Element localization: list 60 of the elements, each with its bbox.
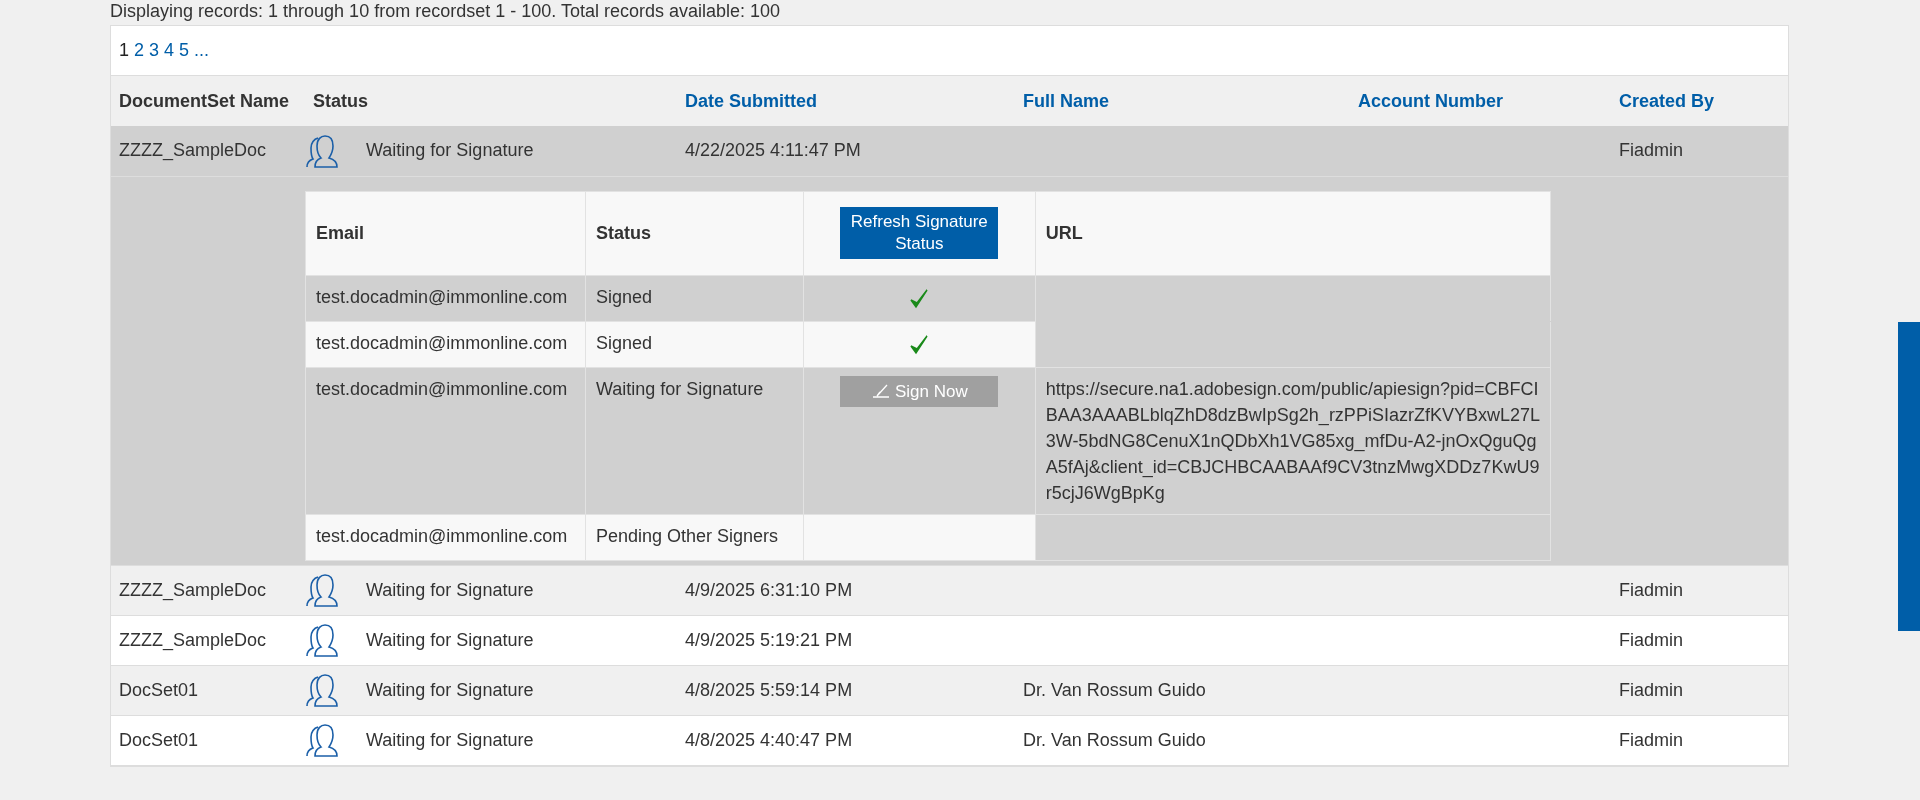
created-by: Fiadmin xyxy=(1619,679,1684,700)
page-link[interactable]: ... xyxy=(194,37,210,64)
created-by: Fiadmin xyxy=(1619,140,1684,161)
created-by: Fiadmin xyxy=(1619,729,1684,750)
people-icon xyxy=(305,572,339,609)
people-icon xyxy=(305,132,339,169)
page-link[interactable]: 4 xyxy=(164,37,175,64)
status-text: Waiting for Signature xyxy=(366,729,534,750)
created-by: Fiadmin xyxy=(1619,629,1684,650)
signer-status: Pending Other Signers xyxy=(595,525,779,546)
date-submitted: 4/22/2025 4:11:47 PM xyxy=(685,140,861,161)
check-icon xyxy=(909,287,930,310)
column-sort-link[interactable]: Date Submitted xyxy=(685,90,817,111)
date-submitted: 4/8/2025 4:40:47 PM xyxy=(685,729,853,750)
table-row[interactable]: ZZZZ_SampleDoc Waiting for Signature 4/22/2025 4:11:47 PM Fiadmin xyxy=(111,126,1788,176)
signer-status: Signed xyxy=(595,286,653,307)
records-summary: Displaying records: 1 through 10 from recordset 1 - 100. Total records available: 100 xyxy=(110,0,782,22)
signer-email: test.docadmin@immonline.com xyxy=(316,286,568,307)
people-icon xyxy=(305,672,339,709)
page-link[interactable]: 2 xyxy=(134,37,145,64)
date-submitted: 4/9/2025 6:31:10 PM xyxy=(685,579,853,600)
page-link[interactable]: 5 xyxy=(179,37,190,64)
column-header: DocumentSet Name xyxy=(119,90,290,111)
signer-status: Waiting for Signature xyxy=(595,378,764,399)
people-icon xyxy=(305,722,339,759)
column-header: Status xyxy=(595,222,651,243)
signer-status: Signed xyxy=(595,332,653,353)
document-set-name: DocSet01 xyxy=(119,679,199,700)
column-header: Status xyxy=(313,90,368,111)
full-name: Dr. Van Rossum Guido xyxy=(1023,679,1206,700)
document-set-name: ZZZZ_SampleDoc xyxy=(119,140,267,161)
side-tab[interactable] xyxy=(1898,322,1920,631)
column-header: Email xyxy=(316,222,365,243)
people-icon xyxy=(305,622,339,659)
status-text: Waiting for Signature xyxy=(366,679,534,700)
signing-url: https://secure.na1.adobesign.com/public/apiesign?pid=CBFCIBAA3AAABLblqZhD8dzBwIpSg2h_rzPPiSIazrZfKVYBxwL27L3W-5bdNG8CenuX1nQDbXh1VG85xg_mfDu-A2-jnOxQguQgA5fAj&client_id=CBJCHBCAABAAf9CV3tnzMwgXDDz7KwU9r5cjJ6WgBpKg xyxy=(1045,378,1540,503)
page-number: 1 xyxy=(119,39,129,62)
status-text: Waiting for Signature xyxy=(366,579,534,600)
status-text: Waiting for Signature xyxy=(366,140,534,161)
status-text: Waiting for Signature xyxy=(366,629,534,650)
column-sort-link[interactable]: Full Name xyxy=(1023,90,1110,111)
table-row[interactable]: ZZZZ_SampleDoc Waiting for Signature 4/9/2025 6:31:10 PM Fiadmin xyxy=(111,565,1788,616)
date-submitted: 4/8/2025 5:59:14 PM xyxy=(685,679,853,700)
document-set-name: ZZZZ_SampleDoc xyxy=(119,579,267,600)
table-row[interactable]: DocSet01 Waiting for Signature 4/8/2025 5:59:14 PM Dr. Van Rossum Guido Fiadmin xyxy=(111,665,1788,716)
table-row[interactable]: DocSet01 Waiting for Signature 4/8/2025 4:40:47 PM Dr. Van Rossum Guido Fiadmin xyxy=(111,715,1788,766)
pen-icon xyxy=(870,383,891,400)
signer-email: test.docadmin@immonline.com xyxy=(316,378,568,399)
full-name: Dr. Van Rossum Guido xyxy=(1023,729,1206,750)
column-header: URL xyxy=(1045,222,1083,243)
table-row[interactable]: ZZZZ_SampleDoc Waiting for Signature 4/9/2025 5:19:21 PM Fiadmin xyxy=(111,615,1788,666)
document-set-name: DocSet01 xyxy=(119,729,199,750)
date-submitted: 4/9/2025 5:19:21 PM xyxy=(685,629,853,650)
refresh-status-button[interactable]: Refresh Signature Status xyxy=(840,206,999,260)
signer-email: test.docadmin@immonline.com xyxy=(316,525,568,546)
document-set-name: ZZZZ_SampleDoc xyxy=(119,629,267,650)
page-link[interactable]: 3 xyxy=(149,37,160,64)
signer-email: test.docadmin@immonline.com xyxy=(316,332,568,353)
check-icon xyxy=(909,333,930,356)
created-by: Fiadmin xyxy=(1619,579,1684,600)
